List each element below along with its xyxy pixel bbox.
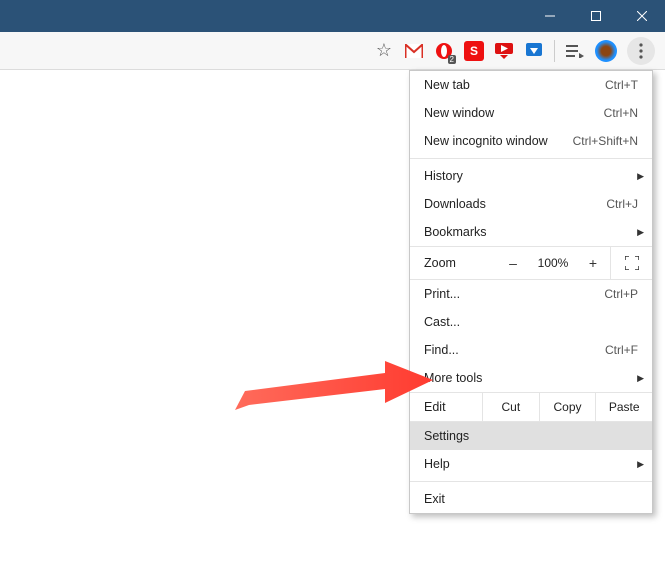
menu-new-window[interactable]: New window Ctrl+N	[410, 99, 652, 127]
menu-shortcut: Ctrl+F	[605, 343, 638, 357]
cut-button[interactable]: Cut	[482, 393, 539, 421]
menu-label: New incognito window	[424, 134, 548, 148]
menu-shortcut: Ctrl+P	[604, 287, 638, 301]
zoom-out-button[interactable]: –	[496, 255, 530, 271]
menu-label: Find...	[424, 343, 459, 357]
gmail-icon[interactable]	[404, 41, 424, 61]
minimize-button[interactable]	[527, 0, 573, 32]
separator	[410, 158, 652, 159]
paste-button[interactable]: Paste	[595, 393, 652, 421]
chrome-menu-button[interactable]	[627, 37, 655, 65]
menu-label: Exit	[424, 492, 445, 506]
browser-toolbar: ☆ 2 S	[0, 32, 665, 70]
fullscreen-button[interactable]	[610, 247, 652, 279]
zoom-value: 100%	[530, 256, 576, 270]
window-titlebar	[0, 0, 665, 32]
maximize-button[interactable]	[573, 0, 619, 32]
menu-exit[interactable]: Exit	[410, 485, 652, 513]
chrome-menu: New tab Ctrl+T New window Ctrl+N New inc…	[409, 70, 653, 514]
annotation-arrow	[235, 355, 435, 415]
chevron-right-icon: ▶	[637, 373, 644, 384]
menu-new-tab[interactable]: New tab Ctrl+T	[410, 71, 652, 99]
menu-new-incognito[interactable]: New incognito window Ctrl+Shift+N	[410, 127, 652, 155]
menu-label: Bookmarks	[424, 225, 487, 239]
zoom-label: Zoom	[410, 256, 496, 270]
toolbar-divider	[554, 40, 555, 62]
menu-label: Settings	[424, 429, 469, 443]
edit-label: Edit	[410, 393, 482, 421]
chevron-right-icon: ▶	[637, 459, 644, 470]
menu-help[interactable]: Help ▶	[410, 450, 652, 478]
menu-settings[interactable]: Settings	[410, 422, 652, 450]
media-queue-icon[interactable]	[565, 41, 585, 61]
menu-shortcut: Ctrl+N	[604, 106, 638, 120]
menu-print[interactable]: Print... Ctrl+P	[410, 280, 652, 308]
menu-shortcut: Ctrl+Shift+N	[573, 134, 638, 148]
menu-find[interactable]: Find... Ctrl+F	[410, 336, 652, 364]
video-downloader-icon[interactable]	[494, 41, 514, 61]
opera-icon[interactable]: 2	[434, 41, 454, 61]
menu-label: Downloads	[424, 197, 486, 211]
menu-shortcut: Ctrl+T	[605, 78, 638, 92]
skitch-icon[interactable]: S	[464, 41, 484, 61]
menu-cast[interactable]: Cast...	[410, 308, 652, 336]
menu-label: New tab	[424, 78, 470, 92]
idm-icon[interactable]	[524, 41, 544, 61]
separator	[410, 481, 652, 482]
star-icon[interactable]: ☆	[374, 41, 394, 61]
profile-avatar[interactable]	[595, 40, 617, 62]
chevron-right-icon: ▶	[637, 227, 644, 238]
menu-downloads[interactable]: Downloads Ctrl+J	[410, 190, 652, 218]
menu-shortcut: Ctrl+J	[606, 197, 638, 211]
menu-label: New window	[424, 106, 494, 120]
menu-label: More tools	[424, 371, 482, 385]
copy-button[interactable]: Copy	[539, 393, 596, 421]
chevron-right-icon: ▶	[637, 171, 644, 182]
close-button[interactable]	[619, 0, 665, 32]
menu-label: Cast...	[424, 315, 460, 329]
badge: 2	[448, 55, 456, 64]
menu-label: History	[424, 169, 463, 183]
menu-bookmarks[interactable]: Bookmarks ▶	[410, 218, 652, 246]
zoom-in-button[interactable]: +	[576, 255, 610, 271]
menu-zoom-row: Zoom – 100% +	[410, 246, 652, 280]
menu-history[interactable]: History ▶	[410, 162, 652, 190]
menu-edit-row: Edit Cut Copy Paste	[410, 392, 652, 422]
menu-label: Help	[424, 457, 450, 471]
menu-label: Print...	[424, 287, 460, 301]
menu-more-tools[interactable]: More tools ▶	[410, 364, 652, 392]
